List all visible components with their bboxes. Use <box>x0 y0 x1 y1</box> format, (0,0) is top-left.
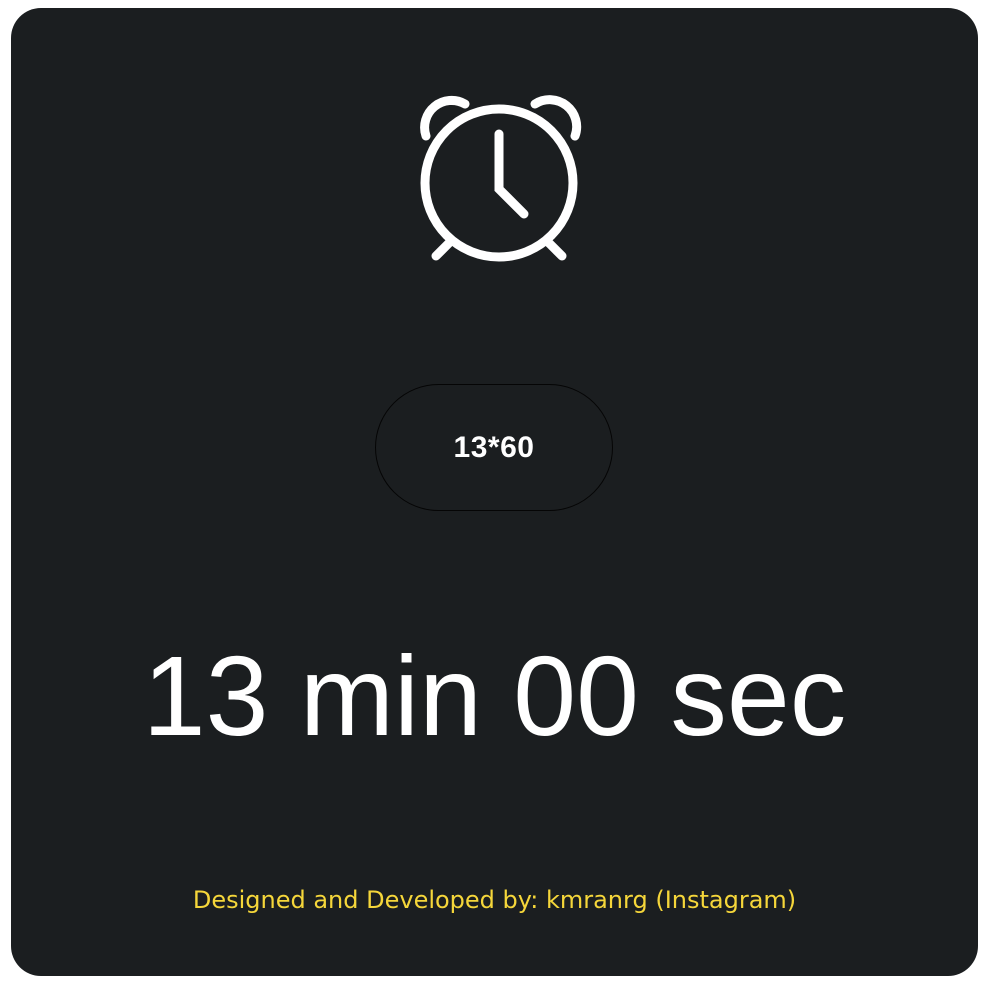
timer-card: 13*60 13 min 00 sec Designed and Develop… <box>11 8 978 976</box>
credit-footer: Designed and Developed by: kmranrg (Inst… <box>192 886 797 914</box>
expression-button[interactable]: 13*60 <box>375 384 613 511</box>
timer-display: 13 min 00 sec <box>142 633 847 759</box>
expression-button-label: 13*60 <box>453 430 535 464</box>
alarm-clock-icon <box>420 95 582 262</box>
